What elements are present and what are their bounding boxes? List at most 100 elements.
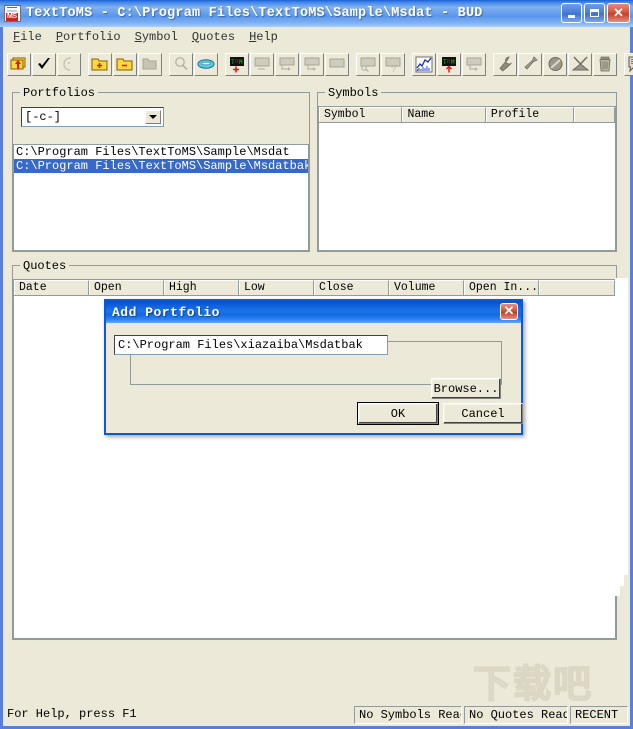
column-header-date[interactable]: Date <box>14 280 89 295</box>
column-header-high[interactable]: High <box>164 280 239 295</box>
client-overflow-step-2 <box>615 586 620 596</box>
menu-item-symbol-accel: S <box>134 29 142 44</box>
svg-text:M: M <box>451 59 455 66</box>
menu-item-symbol-rest: ymbol <box>141 29 178 44</box>
column-header-close[interactable]: Close <box>314 280 389 295</box>
client-overflow-step-1 <box>615 575 624 586</box>
converge-button <box>568 52 592 76</box>
toolbar: T n M ? T n M <box>3 48 633 80</box>
drive-combo[interactable]: [-c-] <box>21 107 164 127</box>
export-quote-icon <box>466 57 482 71</box>
ok-button[interactable]: OK <box>358 403 438 424</box>
menu-item-help-rest: elp <box>256 29 278 44</box>
symbols-group: Symbols Symbol Name Profile <box>317 86 617 252</box>
portfolios-group: Portfolios [-c-] C:\Program Files\TextTo… <box>12 86 310 252</box>
block-button <box>543 52 567 76</box>
list-item[interactable]: C:\Program Files\TextToMS\Sample\Msdat <box>14 145 308 159</box>
status-quotes-read: No Quotes Read <box>464 706 568 724</box>
column-header-filler[interactable] <box>539 280 615 295</box>
cancel-button[interactable]: Cancel <box>443 403 523 424</box>
find-symbol-icon <box>360 57 376 72</box>
app-icon-badge: MS <box>6 13 18 21</box>
disk-icon <box>197 59 215 69</box>
import-symbol-button <box>275 52 299 76</box>
column-header-name[interactable]: Name <box>402 107 486 122</box>
report-icon <box>628 56 633 72</box>
face-profile-icon <box>63 56 72 71</box>
find-symbol-button <box>356 52 380 76</box>
edit-symbol-button <box>250 52 274 76</box>
maximize-button[interactable] <box>584 3 605 23</box>
folder-icon <box>142 58 157 70</box>
add-folder-icon <box>91 58 108 71</box>
quotes-table-header: Date Open High Low Close Volume Open In.… <box>14 280 615 296</box>
path-input[interactable] <box>114 335 388 355</box>
menu-item-file[interactable]: File <box>7 29 50 45</box>
menu-item-symbol[interactable]: Symbol <box>129 29 186 45</box>
chevron-down-icon[interactable] <box>145 110 161 124</box>
list-item[interactable]: C:\Program Files\TextToMS\Sample\Msdatba… <box>14 159 308 173</box>
disk-button[interactable] <box>194 52 218 76</box>
client-overflow-area <box>615 278 628 575</box>
menu-item-file-rest: ile <box>20 29 42 44</box>
title-bar: MS TextToMS - C:\Program Files\TextToMS\… <box>0 0 633 27</box>
export-quote-button <box>462 52 486 76</box>
status-symbols-read: No Symbols Read <box>354 706 462 724</box>
add-folder-button[interactable] <box>88 52 112 76</box>
dialog-title: Add Portfolio <box>112 304 220 320</box>
trash-icon <box>599 56 611 72</box>
symbols-table[interactable]: Symbol Name Profile <box>318 106 616 251</box>
check-icon <box>38 57 50 69</box>
menu-item-quotes-rest: uotes <box>199 29 236 44</box>
folder-button <box>138 52 162 76</box>
window-controls: ✕ <box>561 3 630 23</box>
column-header-filler[interactable] <box>574 107 615 122</box>
validate-button[interactable] <box>32 52 56 76</box>
column-header-symbol[interactable]: Symbol <box>319 107 403 122</box>
menu-bar: File Portfolio Symbol Quotes Help <box>3 27 630 46</box>
dialog-close-button[interactable]: ✕ <box>500 303 518 320</box>
add-symbol-button[interactable]: T n M <box>225 52 249 76</box>
column-header-low[interactable]: Low <box>239 280 314 295</box>
add-symbol-icon: T n M <box>230 56 244 72</box>
menu-item-quotes[interactable]: Quotes <box>186 29 243 45</box>
minimize-button[interactable] <box>561 3 582 23</box>
edit-symbol-icon <box>254 57 270 70</box>
browse-button[interactable]: Browse... <box>431 378 501 399</box>
no-entry-icon <box>548 57 562 71</box>
import-symbol-icon <box>279 57 295 71</box>
column-header-open-interest[interactable]: Open In... <box>464 280 539 295</box>
svg-text:?: ? <box>391 65 396 72</box>
open-portfolio-button[interactable] <box>7 52 31 76</box>
chart-button[interactable] <box>412 52 436 76</box>
column-header-open[interactable]: Open <box>89 280 164 295</box>
menu-item-help[interactable]: Help <box>243 29 286 45</box>
menu-item-portfolio-accel: P <box>55 29 64 44</box>
column-header-volume[interactable]: Volume <box>389 280 464 295</box>
close-icon: ✕ <box>613 5 624 20</box>
symbol-help-icon: ? <box>385 57 401 72</box>
column-header-profile[interactable]: Profile <box>485 107 575 122</box>
dialog-title-bar: Add Portfolio ✕ <box>106 301 521 323</box>
hammer-icon <box>523 56 538 70</box>
status-mode: RECENT <box>570 706 628 724</box>
app-icon: MS <box>4 5 21 22</box>
report-button[interactable] <box>624 52 633 76</box>
search-button <box>169 52 193 76</box>
quotes-group-label: Quotes <box>20 259 70 273</box>
delete-button <box>593 52 617 76</box>
converge-icon <box>571 56 589 71</box>
close-button[interactable]: ✕ <box>607 3 630 23</box>
window-title: TextToMS - C:\Program Files\TextToMS\Sam… <box>26 6 483 21</box>
maximize-icon <box>590 9 599 17</box>
menu-item-portfolio[interactable]: Portfolio <box>50 29 129 45</box>
options-button <box>493 52 517 76</box>
remove-folder-button[interactable] <box>113 52 137 76</box>
portfolio-list[interactable]: C:\Program Files\TextToMS\Sample\Msdat C… <box>13 144 309 251</box>
chart-icon <box>415 56 433 72</box>
svg-text:M: M <box>239 59 243 66</box>
build-button <box>518 52 542 76</box>
add-quote-button[interactable]: T n M <box>437 52 461 76</box>
menu-item-quotes-accel: Q <box>191 29 200 44</box>
blank-symbol-icon <box>329 58 345 68</box>
